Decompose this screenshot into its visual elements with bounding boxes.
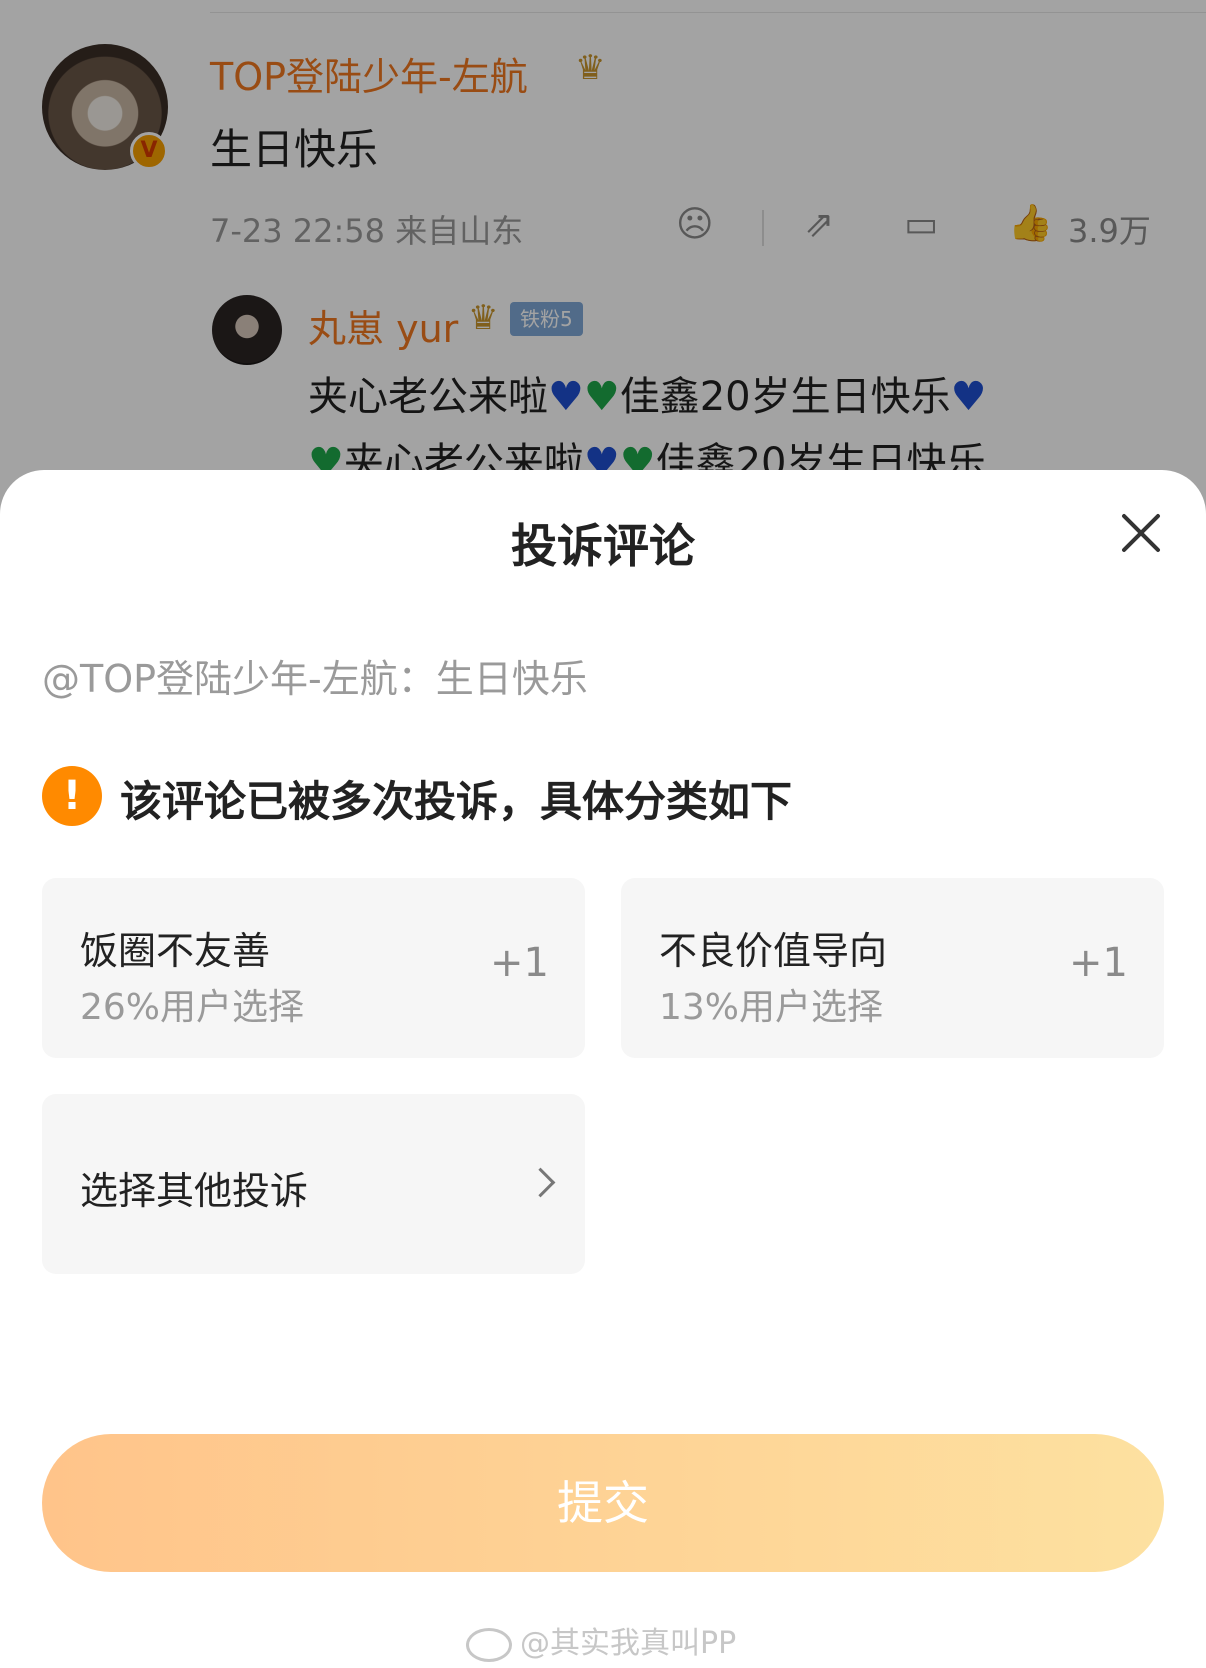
watermark: @其实我真叫PP (466, 1618, 736, 1662)
option-label: 饭圈不友善 (80, 929, 271, 973)
option-label: 选择其他投诉 (80, 1169, 309, 1213)
chevron-right-icon (525, 1167, 556, 1198)
sheet-title: 投诉评论 (511, 519, 695, 573)
option-count-badge: +1 (490, 940, 549, 986)
option-count-badge: +1 (1069, 940, 1128, 986)
watermark-text: @其实我真叫PP (520, 1626, 737, 1661)
option-percentage: 26%用户选择 (80, 987, 305, 1028)
report-option-fandom-unfriendly[interactable]: 饭圈不友善 26%用户选择 +1 (42, 878, 585, 1058)
warning-text: 该评论已被多次投诉，具体分类如下 (120, 777, 793, 826)
reported-comment-quote: @TOP登陆少年-左航：生日快乐 (42, 657, 588, 701)
close-icon[interactable] (1115, 507, 1167, 559)
option-label: 不良价值导向 (659, 929, 888, 973)
warning-icon: ! (42, 766, 102, 826)
report-option-other[interactable]: 选择其他投诉 (42, 1094, 585, 1274)
weibo-logo-icon (466, 1627, 512, 1662)
submit-button[interactable]: 提交 (42, 1434, 1164, 1572)
report-option-bad-values[interactable]: 不良价值导向 13%用户选择 +1 (621, 878, 1164, 1058)
option-percentage: 13%用户选择 (659, 987, 884, 1028)
